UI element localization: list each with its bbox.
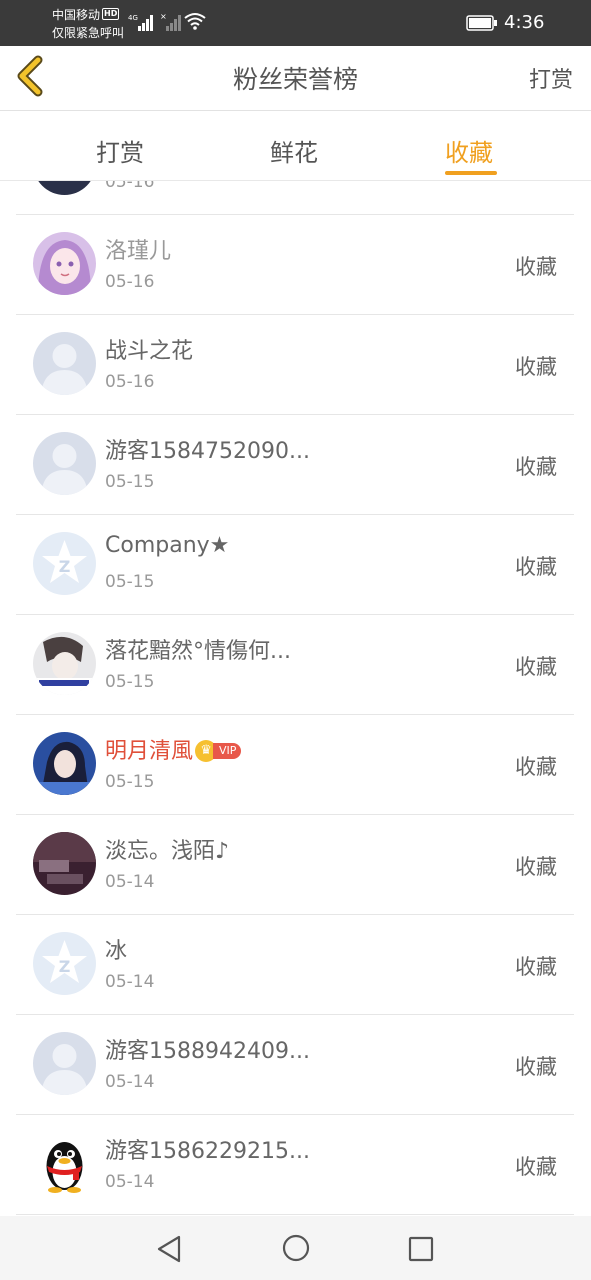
svg-text:Z: Z: [59, 557, 71, 576]
clock-time: 4:36: [504, 12, 545, 33]
hd-badge: HD: [102, 8, 120, 20]
fan-name: 游客1584752090...: [105, 439, 310, 464]
tab-bar: 打赏 鲜花 收藏: [0, 111, 591, 181]
signal-no-service-icon: ×: [160, 12, 181, 31]
battery-icon: [466, 15, 497, 31]
fan-name: 洛瑾儿: [105, 239, 172, 264]
carrier-name: 中国移动: [52, 8, 101, 22]
page-header: 粉丝荣誉榜 打赏: [0, 46, 591, 111]
list-item[interactable]: 洛瑾儿 05-16 收藏: [16, 214, 574, 315]
fan-action-label: 收藏: [515, 555, 557, 579]
tab-favorites[interactable]: 收藏: [445, 133, 493, 168]
nav-back-icon[interactable]: [155, 1234, 183, 1264]
fan-list[interactable]: 05-16 洛瑾儿 05-16 收藏 战斗之花 05-16 收藏 游客15847…: [0, 181, 591, 1216]
fan-name: 游客1588942409...: [105, 1039, 310, 1064]
reward-button[interactable]: 打赏: [529, 62, 573, 94]
svg-text:×: ×: [160, 12, 167, 21]
fan-date: 05-14: [105, 1172, 155, 1192]
active-tab-indicator: [445, 171, 497, 175]
system-nav-bar: [0, 1216, 591, 1280]
svg-text:Z: Z: [59, 957, 71, 976]
fan-date: 05-16: [105, 272, 155, 292]
fan-date: 05-14: [105, 872, 155, 892]
fan-date: 05-15: [105, 672, 155, 692]
list-item[interactable]: 战斗之花 05-16 收藏: [16, 314, 574, 415]
list-item[interactable]: Z Company★ 05-15 收藏: [16, 514, 574, 615]
anime-girl-avatar: [33, 232, 96, 295]
fan-date: 05-15: [105, 772, 155, 792]
fan-date: 05-16: [105, 372, 155, 392]
fan-action-label: 收藏: [515, 1055, 557, 1079]
fan-action-label: 收藏: [515, 1155, 557, 1179]
fan-date: 05-15: [105, 572, 155, 592]
qzone-star-avatar: Z: [33, 532, 96, 595]
fan-name-text: 明月清風: [105, 739, 194, 764]
nav-home-icon[interactable]: [282, 1234, 310, 1262]
signal-4g-icon: 4G: [128, 14, 153, 31]
dark-photo-avatar: [33, 832, 96, 895]
fan-name: 战斗之花: [105, 339, 194, 364]
fan-name: Company★: [105, 533, 230, 558]
fan-date: 05-14: [105, 1072, 155, 1092]
fan-date: 05-15: [105, 472, 155, 492]
list-item[interactable]: 淡忘。浅陌♪ 05-14 收藏: [16, 814, 574, 915]
default-person-avatar: [33, 332, 96, 395]
qzone-star-avatar: Z: [33, 932, 96, 995]
emergency-only-text: 仅限紧急呼叫: [52, 26, 125, 40]
list-item[interactable]: 游客1584752090... 05-15 收藏: [16, 414, 574, 515]
list-item[interactable]: 游客1588942409... 05-14 收藏: [16, 1014, 574, 1115]
fan-name: 游客1586229215...: [105, 1139, 310, 1164]
list-item[interactable]: Z 冰 05-14 收藏: [16, 914, 574, 1015]
list-item[interactable]: 落花黯然°情傷何... 05-15 收藏: [16, 614, 574, 715]
svg-text:4G: 4G: [128, 14, 138, 22]
fan-name: 落花黯然°情傷何...: [105, 639, 291, 664]
qq-penguin-avatar: [33, 1132, 96, 1195]
wifi-icon: [184, 13, 206, 30]
fan-action-label: 收藏: [515, 455, 557, 479]
fan-date: 05-16: [105, 181, 155, 192]
fan-action-label: 收藏: [515, 355, 557, 379]
status-bar: 中国移动 HD 仅限紧急呼叫 4G × 4:36: [0, 0, 591, 46]
dark-anime-avatar: [33, 181, 96, 195]
photo-avatar: [33, 632, 96, 695]
fan-name: 冰: [105, 939, 128, 964]
nav-recent-apps-icon[interactable]: [408, 1236, 434, 1262]
tab-reward[interactable]: 打赏: [96, 133, 144, 168]
fan-name: 明月清風 ♛ VIP: [105, 733, 242, 765]
page-title: 粉丝荣誉榜: [232, 65, 358, 94]
vip-badge: ♛ VIP: [195, 738, 242, 763]
fan-action-label: 收藏: [515, 655, 557, 679]
fan-action-label: 收藏: [515, 255, 557, 279]
list-item[interactable]: 游客1586229215... 05-14 收藏: [16, 1114, 574, 1215]
anime-swordsman-avatar: [33, 732, 96, 795]
vip-label: VIP: [213, 742, 242, 759]
fan-action-label: 收藏: [515, 955, 557, 979]
fan-action-label: 收藏: [515, 755, 557, 779]
default-person-avatar: [33, 1032, 96, 1095]
default-person-avatar: [33, 432, 96, 495]
fan-action-label: 收藏: [515, 855, 557, 879]
tab-flowers[interactable]: 鲜花: [270, 133, 318, 168]
fan-date: 05-14: [105, 972, 155, 992]
list-item[interactable]: 明月清風 ♛ VIP 05-15 收藏: [16, 714, 574, 815]
list-item[interactable]: 05-16: [16, 181, 574, 215]
fan-name: 淡忘。浅陌♪: [105, 839, 230, 864]
